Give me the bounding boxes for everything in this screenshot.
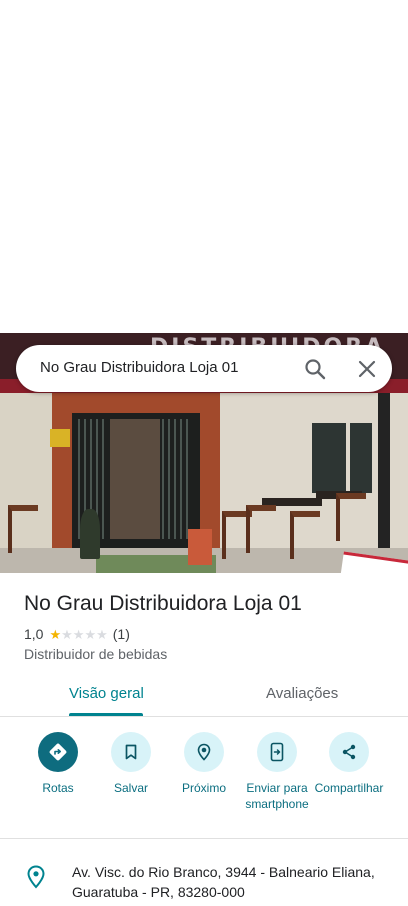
place-title: No Grau Distribuidora Loja 01	[24, 592, 302, 615]
search-icon[interactable]	[303, 357, 327, 381]
share-icon	[342, 744, 356, 760]
rating-value: 1,0	[24, 626, 44, 642]
send-to-phone-label: Enviar para smartphone	[245, 781, 309, 811]
nearby-label: Próximo	[181, 781, 226, 795]
directions-icon	[49, 743, 67, 761]
star-empty-icon: ★	[61, 626, 73, 642]
tab-reviews[interactable]: Avaliações	[266, 685, 338, 702]
directions-label: Rotas	[42, 781, 74, 795]
nearby-button[interactable]: Próximo	[164, 732, 244, 796]
review-count: (1)	[112, 626, 130, 642]
section-divider	[0, 838, 408, 839]
share-button[interactable]: Compartilhar	[309, 732, 389, 796]
star-filled-icon: ★	[49, 626, 62, 642]
send-to-phone-button[interactable]: Enviar para smartphone	[237, 732, 317, 812]
map-blank-area	[0, 0, 408, 333]
directions-button[interactable]: Rotas	[18, 732, 98, 796]
rating-stars: ★ ★ ★ ★ ★	[49, 628, 107, 641]
star-empty-icon: ★	[72, 626, 85, 642]
star-empty-icon: ★	[96, 626, 108, 642]
location-pin-icon	[26, 865, 46, 889]
place-address[interactable]: Av. Visc. do Rio Branco, 3944 - Balneari…	[72, 862, 392, 902]
place-category[interactable]: Distribuidor de bebidas	[24, 646, 167, 662]
save-button[interactable]: Salvar	[91, 732, 171, 796]
search-input[interactable]: No Grau Distribuidora Loja 01	[40, 359, 238, 376]
bookmark-icon	[125, 744, 137, 760]
rating-row[interactable]: 1,0 ★ ★ ★ ★ ★ (1)	[24, 625, 130, 643]
close-icon[interactable]	[355, 357, 379, 381]
search-bar[interactable]: No Grau Distribuidora Loja 01	[16, 345, 392, 392]
send-to-phone-icon	[270, 742, 284, 762]
share-label: Compartilhar	[314, 781, 384, 795]
save-label: Salvar	[113, 781, 148, 795]
star-empty-icon: ★	[84, 626, 97, 642]
nearby-icon	[197, 743, 211, 761]
tab-overview[interactable]: Visão geral	[69, 685, 144, 702]
tabs-divider	[0, 716, 408, 717]
